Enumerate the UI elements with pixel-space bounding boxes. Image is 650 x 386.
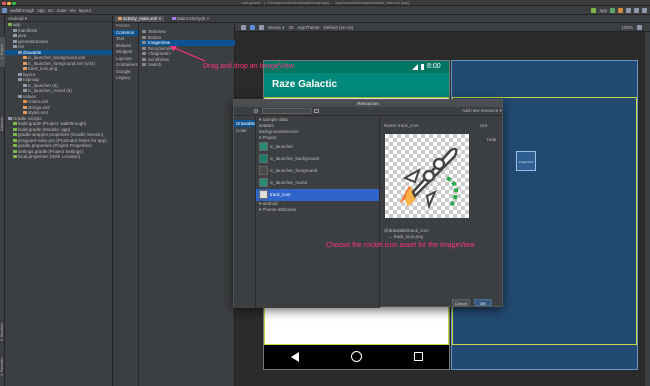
resource-label: ic_launcher_round bbox=[270, 180, 308, 185]
resource-type-color[interactable]: Color bbox=[234, 127, 255, 134]
resource-group-header[interactable]: ▾ Theme attributes bbox=[256, 207, 379, 213]
resource-label: Sample data bbox=[262, 117, 288, 122]
resource-thumbnail bbox=[259, 142, 268, 152]
resource-preview-pane: Name: track_icon v24 Help @drawable/trac… bbox=[380, 116, 502, 308]
resource-row[interactable]: ic_launcher_foreground bbox=[256, 165, 379, 177]
dialog-toolbar: Add new resource ▾ bbox=[234, 107, 502, 116]
resource-label: ic_launcher_foreground bbox=[270, 168, 318, 173]
file-reference: → track_icon.png bbox=[388, 234, 424, 239]
resources-dialog: Resources Add new resource ▾ Drawable Col… bbox=[233, 99, 503, 308]
resource-row[interactable]: ic_launcher_round bbox=[256, 177, 379, 189]
dialog-title: Resources bbox=[234, 100, 502, 107]
rocket-icon bbox=[399, 147, 459, 210]
resource-label: ic_launcher_background bbox=[270, 156, 320, 161]
resource-row[interactable]: ic_launcher bbox=[256, 141, 379, 153]
cancel-button[interactable]: Cancel bbox=[452, 299, 470, 306]
resource-row[interactable]: track_icon bbox=[256, 189, 379, 201]
resource-row[interactable]: ic_launcher_background bbox=[256, 153, 379, 165]
resource-list: ▾ Sample data avatars backgrounds/scenic ▾ … bbox=[256, 116, 380, 308]
ok-button[interactable]: OK bbox=[474, 299, 492, 306]
resource-thumbnail bbox=[259, 166, 268, 176]
drag-annotation: Drag and drop an ImageView bbox=[203, 63, 294, 70]
resource-type-drawable[interactable]: Drawable bbox=[234, 120, 255, 127]
resource-label: backgrounds/scenic bbox=[259, 129, 299, 134]
choose-annotation: Choose the rocket icon asset for the Ima… bbox=[326, 242, 475, 249]
resource-label: avatars bbox=[259, 123, 274, 128]
resource-search-input[interactable] bbox=[262, 108, 312, 114]
drawable-preview bbox=[385, 134, 469, 218]
drag-arrow bbox=[171, 46, 206, 62]
help-link[interactable]: Help bbox=[487, 137, 496, 142]
resource-label: Theme attributes bbox=[262, 207, 297, 212]
resource-thumbnail bbox=[259, 178, 268, 188]
dialog-categories: Drawable Color bbox=[234, 116, 256, 308]
resource-label: android bbox=[262, 201, 278, 206]
add-new-resource-button[interactable]: Add new resource ▾ bbox=[462, 108, 502, 114]
search-icon bbox=[254, 109, 258, 113]
view-toggle-icon[interactable] bbox=[314, 109, 319, 113]
resource-thumbnail bbox=[259, 190, 268, 200]
resource-thumbnail bbox=[259, 154, 268, 164]
name-label: Name: bbox=[384, 123, 398, 128]
name-value: track_icon bbox=[398, 123, 419, 128]
resource-label: Project bbox=[262, 135, 277, 140]
resource-reference: @drawable/track_icon bbox=[384, 228, 429, 233]
resource-label: ic_launcher bbox=[270, 144, 294, 149]
resource-label: track_icon bbox=[270, 192, 291, 197]
density-selector[interactable]: v24 bbox=[480, 123, 487, 128]
